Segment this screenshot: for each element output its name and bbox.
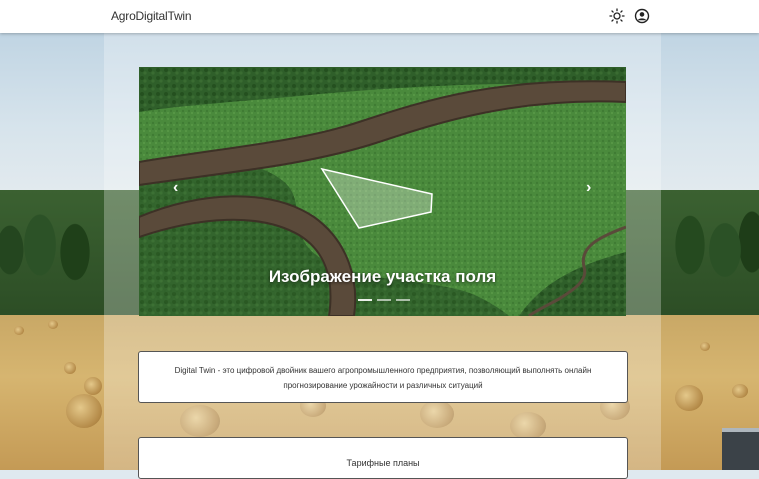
hay-bale (48, 320, 58, 329)
hay-bale (84, 377, 102, 395)
hay-bale (14, 326, 24, 335)
brand-logo[interactable]: AgroDigitalTwin (111, 9, 192, 23)
hay-bale (700, 342, 710, 351)
tractor-icon (722, 428, 759, 470)
carousel-caption: Изображение участка поля (268, 267, 497, 286)
pricing-plans-title: Тарифные планы (346, 458, 420, 468)
pricing-plans-card: Тарифные планы (138, 437, 628, 479)
chevron-right-icon[interactable]: › (586, 179, 591, 197)
digital-twin-info-card: Digital Twin - это цифровой двойник ваше… (138, 351, 628, 403)
hay-bale (66, 394, 102, 428)
carousel-indicators (358, 299, 410, 301)
digital-twin-description: Digital Twin - это цифровой двойник ваше… (174, 366, 592, 390)
carousel-indicator-1[interactable] (358, 299, 372, 301)
hay-bale (64, 362, 76, 374)
top-navbar: AgroDigitalTwin (0, 0, 759, 33)
hay-bale (732, 384, 748, 398)
sun-icon[interactable] (609, 8, 625, 24)
hay-bale (675, 385, 703, 411)
carousel-indicator-3[interactable] (396, 299, 410, 301)
carousel-indicator-2[interactable] (377, 299, 391, 301)
user-circle-icon[interactable] (634, 8, 650, 24)
field-image-carousel[interactable]: ‹ › Изображение участка поля (139, 67, 626, 316)
chevron-left-icon[interactable]: ‹ (173, 179, 178, 197)
